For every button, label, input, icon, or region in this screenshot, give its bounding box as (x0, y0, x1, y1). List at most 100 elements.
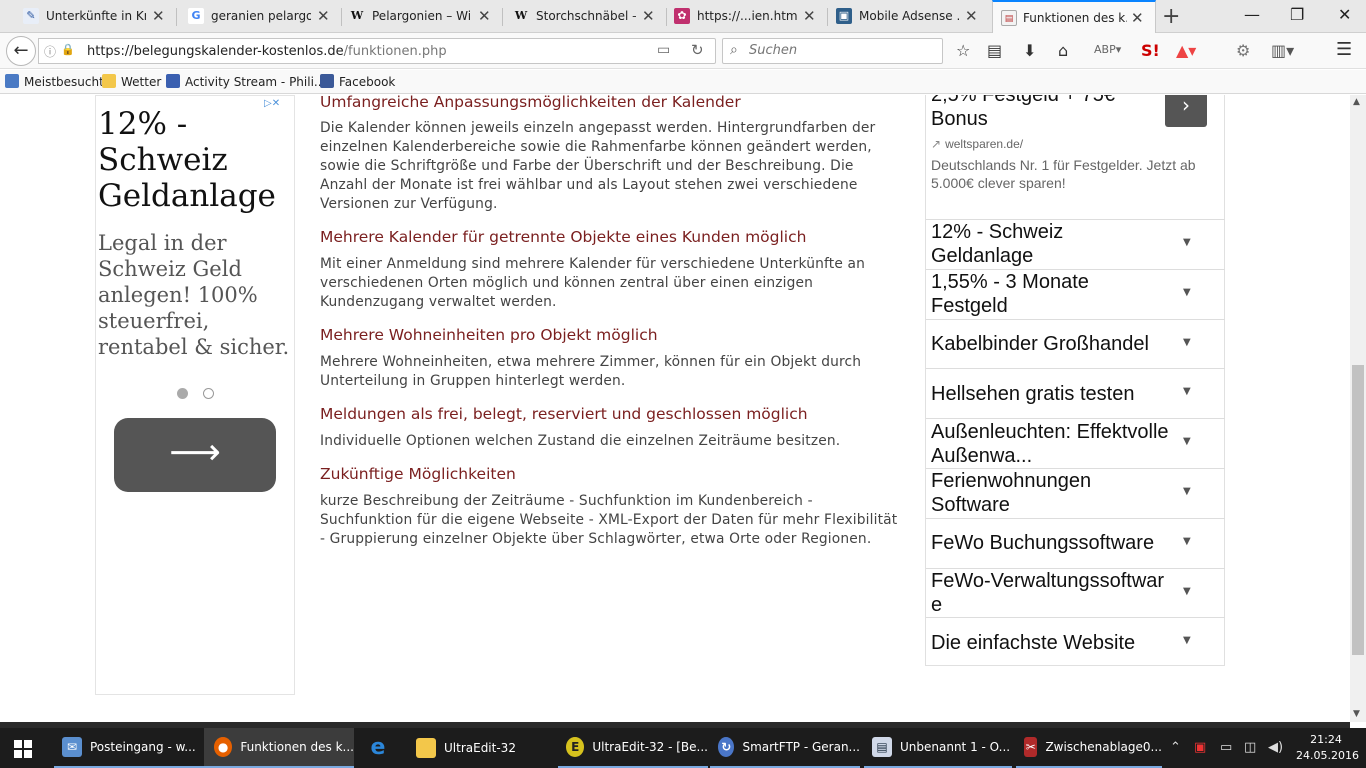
taskbar-item-ultraedit-folder[interactable]: UltraEdit-32 (408, 728, 554, 768)
extension-s-icon[interactable]: S! (1141, 41, 1160, 60)
ad-domain[interactable]: ↗ weltsparen.de/ (931, 137, 1023, 151)
ad-link-label: Ferienwohnungen Software (931, 470, 1092, 517)
volume-icon[interactable]: ◀) (1268, 740, 1283, 755)
ad-link-item[interactable]: Die einfachste Website ▼ (926, 617, 1225, 667)
section-heading: Zukünftige Möglichkeiten (320, 465, 516, 483)
minimize-button[interactable]: — (1244, 5, 1260, 24)
ad-description[interactable]: Deutschlands Nr. 1 für Festgelder. Jetzt… (931, 156, 1216, 192)
tab-title: Funktionen des k... (1023, 11, 1127, 25)
taskbar-item-mail[interactable]: ✉ Posteingang - w... (54, 728, 204, 768)
left-advertisement[interactable]: ▷✕ 12% - Schweiz Geldanlage Legal in der… (95, 95, 295, 695)
menu-icon[interactable]: ☰ (1336, 39, 1352, 60)
edge-icon: e (370, 735, 386, 760)
ad-link-item[interactable]: FeWo-Verwaltungssoftware ▼ (926, 567, 1225, 618)
system-clock[interactable]: 21:24 24.05.2016 (1296, 732, 1359, 764)
carousel-dot[interactable] (203, 388, 214, 399)
battery-icon[interactable]: ◫ (1244, 740, 1256, 755)
tray-app-icon[interactable]: ▣ (1194, 740, 1206, 755)
tab-title: Storchschnäbel –... (536, 9, 636, 23)
ad-headline[interactable]: 12% - Schweiz Geldanlage (98, 106, 293, 214)
bookmark-meistbesucht[interactable]: Meistbesucht (5, 74, 104, 89)
close-icon[interactable]: ✕ (1131, 9, 1144, 27)
home-icon[interactable]: ⌂ (1058, 41, 1068, 60)
tab-4[interactable]: W Storchschnäbel –... ✕ (490, 0, 667, 33)
chevron-down-icon: ▼ (1183, 336, 1191, 348)
taskbar-item-clipboard[interactable]: ✂ Zwischenablage0... (1016, 728, 1162, 768)
close-icon[interactable]: ✕ (478, 7, 491, 25)
taskbar-item-document[interactable]: ▤ Unbenannt 1 - O... (864, 728, 1012, 768)
tab-title: Mobile Adsense ... (859, 9, 959, 23)
lock-icon[interactable]: 🔒 (61, 43, 75, 56)
section-text: Die Kalender können jeweils einzeln ange… (320, 120, 876, 212)
address-bar[interactable]: ⓘ 🔒 https://belegungskalender-kostenlos.… (38, 38, 716, 64)
tab-1[interactable]: ✎ Unterkünfte in Kr... ✕ (0, 0, 177, 33)
search-bar[interactable]: ⌕ (722, 38, 943, 64)
maximize-button[interactable]: ❐ (1290, 5, 1304, 24)
ad-body[interactable]: Legal in der Schweiz Geld anlegen! 100% … (98, 230, 293, 360)
extension-triangle-icon[interactable]: ▲▾ (1176, 41, 1196, 60)
extension-gear-icon[interactable]: ⚙ (1236, 41, 1250, 60)
ad-headline[interactable]: 2,5% Festgeld + 75€ Bonus (931, 95, 1131, 131)
tab-2[interactable]: G geranien pelargo... ✕ (165, 0, 342, 33)
ad-link-item[interactable]: Kabelbinder Großhandel ▼ (926, 318, 1225, 369)
section-heading: Mehrere Kalender für getrennte Objekte e… (320, 228, 807, 246)
taskbar-item-ultraedit[interactable]: E UltraEdit-32 - [Be... (558, 728, 708, 768)
info-icon[interactable]: ⓘ (44, 43, 56, 60)
vertical-scrollbar[interactable]: ▲ ▼ (1350, 95, 1366, 722)
ad-link-item[interactable]: FeWo Buchungssoftware ▼ (926, 517, 1225, 568)
right-advertisement[interactable]: 2,5% Festgeld + 75€ Bonus › ↗ weltsparen.… (925, 95, 1225, 666)
bookmark-activity-stream[interactable]: Activity Stream - Phili... (166, 74, 325, 89)
ad-link-item[interactable]: Hellsehen gratis testen ▼ (926, 368, 1225, 418)
ad-link-item[interactable]: Außenleuchten: Effektvolle Außenwa... ▼ (926, 418, 1225, 468)
ad-link-label: Außenleuchten: Effektvolle Außenwa... (931, 420, 1169, 467)
chevron-down-icon: ▼ (1183, 485, 1191, 497)
bookmark-wetter[interactable]: Wetter (102, 74, 161, 89)
ad-next-button[interactable]: ⟶ (114, 418, 276, 492)
tray-expand-icon[interactable]: ⌃ (1170, 740, 1181, 755)
navigation-bar: ← ⓘ 🔒 https://belegungskalender-kostenlo… (0, 33, 1366, 69)
reload-icon[interactable]: ↻ (691, 41, 704, 59)
taskbar-item-firefox[interactable]: ● Funktionen des k... (204, 728, 354, 768)
windows-start-icon[interactable] (14, 740, 32, 758)
new-tab-button[interactable]: + (1162, 4, 1180, 29)
mail-icon: ✉ (62, 737, 82, 757)
google-icon: G (188, 8, 204, 24)
tab-title: https://...ien.html (697, 9, 797, 23)
tab-5[interactable]: ✿ https://...ien.html ✕ (651, 0, 828, 33)
carousel-dot-active[interactable] (177, 388, 188, 399)
close-icon[interactable]: ✕ (152, 7, 165, 25)
tab-6[interactable]: ▣ Mobile Adsense ... ✕ (813, 0, 990, 33)
bookmarks-library-icon[interactable]: ▤ (987, 41, 1002, 60)
scrollbar-thumb[interactable] (1352, 365, 1364, 655)
download-icon[interactable]: ⬇ (1023, 41, 1036, 60)
clipboard-icon: ✂ (1024, 737, 1038, 757)
tab-title: Unterkünfte in Kr... (46, 9, 146, 23)
close-window-button[interactable]: ✕ (1338, 5, 1351, 24)
clipboard-extension-icon[interactable]: ▥▾ (1271, 41, 1294, 60)
shield-icon (166, 74, 180, 88)
clock-time: 21:24 (1310, 733, 1342, 746)
bookmark-label: Wetter (121, 75, 162, 89)
back-button[interactable]: ← (6, 36, 36, 66)
scroll-up-icon[interactable]: ▲ (1353, 97, 1360, 107)
scroll-down-icon[interactable]: ▼ (1353, 709, 1360, 719)
tab-7-active[interactable]: ▤ Funktionen des k... ✕ (992, 0, 1156, 33)
bookmark-star-icon[interactable]: ☆ (956, 41, 970, 60)
section-heading: Meldungen als frei, belegt, reserviert u… (320, 405, 808, 423)
ad-link-item[interactable]: Ferienwohnungen Software ▼ (926, 467, 1225, 518)
tab-3[interactable]: W Pelargonien – Wi... ✕ (326, 0, 503, 33)
reader-view-icon[interactable]: ▭ (657, 42, 670, 58)
search-input[interactable] (749, 43, 929, 58)
ad-go-button[interactable]: › (1165, 95, 1207, 127)
network-icon[interactable]: ▭ (1220, 740, 1232, 755)
url-text[interactable]: https://belegungskalender-kostenlos.de/f… (87, 44, 447, 59)
taskbar-item-smartftp[interactable]: ↻ SmartFTP - Geran... (710, 728, 860, 768)
taskbar-label: Unbenannt 1 - O... (900, 740, 1011, 754)
ad-link-item[interactable]: 1,55% - 3 Monate Festgeld ▼ (926, 268, 1225, 319)
tab-title: geranien pelargo... (211, 9, 311, 23)
adblock-icon[interactable]: ABP▾ (1094, 43, 1121, 56)
close-icon[interactable]: ✕ (965, 7, 978, 25)
bookmark-facebook[interactable]: Facebook (320, 74, 395, 89)
taskbar-item-edge[interactable]: e (360, 728, 400, 768)
ad-link-item[interactable]: 12% - Schweiz Geldanlage ▼ (926, 219, 1225, 269)
